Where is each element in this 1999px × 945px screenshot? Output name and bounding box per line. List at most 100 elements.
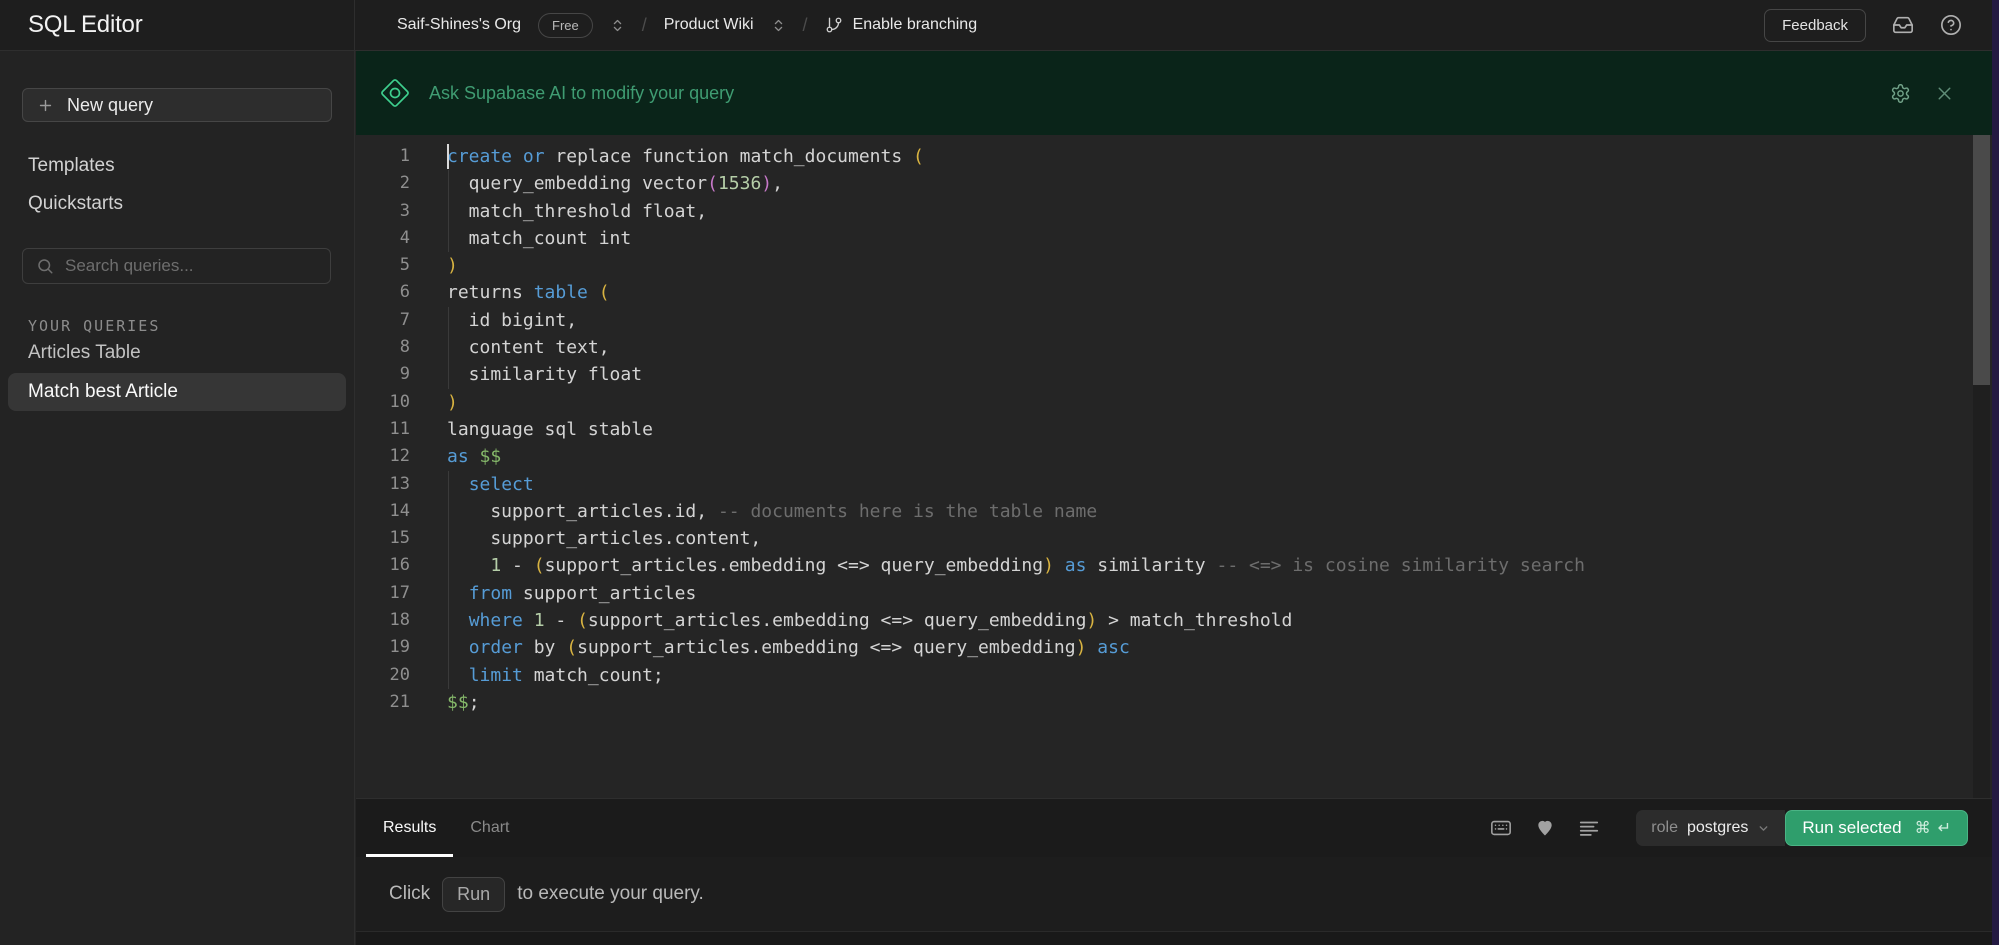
project-name[interactable]: Product Wiki xyxy=(664,16,754,34)
search-box xyxy=(22,248,331,284)
chevron-down-icon xyxy=(1757,822,1770,835)
indent-guide xyxy=(448,607,449,634)
line-number: 17 xyxy=(356,580,447,607)
line-number: 6 xyxy=(356,279,447,306)
supabase-ai-icon xyxy=(380,78,410,108)
indent-guide xyxy=(448,498,449,525)
sidebar-item-quickstarts[interactable]: Quickstarts xyxy=(28,193,123,215)
code-line: 21$$; xyxy=(356,689,1992,716)
editor-scrollbar-thumb[interactable] xyxy=(1973,135,1990,385)
text-cursor xyxy=(447,144,449,169)
code-line: 1create or replace function match_docume… xyxy=(356,143,1992,170)
header-actions: Feedback xyxy=(1764,9,1992,42)
line-number: 3 xyxy=(356,198,447,225)
indent-guide xyxy=(448,552,449,579)
indent-guide xyxy=(448,580,449,607)
query-list-item[interactable]: Match best Article xyxy=(8,373,346,411)
line-number: 13 xyxy=(356,471,447,498)
run-selected-label: Run selected xyxy=(1802,818,1901,838)
line-number: 1 xyxy=(356,143,447,170)
run-selected-button[interactable]: Run selected ⌘ ↵ xyxy=(1785,810,1968,846)
ai-assistant-banner[interactable]: Ask Supabase AI to modify your query xyxy=(356,51,1992,135)
command-key-icon: ⌘ xyxy=(1915,818,1931,838)
indent-guide xyxy=(448,198,449,225)
gear-icon[interactable] xyxy=(1890,83,1911,104)
line-number: 19 xyxy=(356,634,447,661)
header-left: SQL Editor xyxy=(0,0,355,50)
desktop-edge-strip xyxy=(1992,0,1999,945)
code-line: 9 similarity float xyxy=(356,361,1992,388)
align-left-icon[interactable] xyxy=(1578,817,1600,839)
indent-guide xyxy=(448,525,449,552)
run-kbd-hint: Run xyxy=(442,877,505,912)
code-line: 5) xyxy=(356,252,1992,279)
line-number: 15 xyxy=(356,525,447,552)
tab-chart[interactable]: Chart xyxy=(453,799,526,857)
header: SQL Editor Saif-Shines's Org Free / Prod… xyxy=(0,0,1992,51)
page-title: SQL Editor xyxy=(28,11,143,39)
chevrons-up-down-icon[interactable] xyxy=(771,18,786,33)
query-list: Articles TableMatch best Article xyxy=(8,334,346,411)
enable-branching-button[interactable]: Enable branching xyxy=(825,16,978,34)
indent-guide xyxy=(448,662,449,689)
new-query-button[interactable]: New query xyxy=(22,88,332,122)
feedback-button[interactable]: Feedback xyxy=(1764,9,1866,42)
line-number: 18 xyxy=(356,607,447,634)
git-branch-icon xyxy=(825,16,843,34)
heart-icon[interactable] xyxy=(1535,818,1555,838)
line-number: 5 xyxy=(356,252,447,279)
search-input[interactable] xyxy=(65,256,305,276)
line-number: 21 xyxy=(356,689,447,716)
indent-guide xyxy=(448,361,449,388)
line-number: 12 xyxy=(356,443,447,470)
results-empty-message: Click Run to execute your query. xyxy=(356,857,1992,931)
indent-guide xyxy=(448,471,449,498)
line-number: 2 xyxy=(356,170,447,197)
indent-guide xyxy=(448,634,449,661)
code-area: 1create or replace function match_docume… xyxy=(356,135,1992,716)
chevrons-up-down-icon[interactable] xyxy=(610,18,625,33)
code-line: 15 support_articles.content, xyxy=(356,525,1992,552)
help-circle-icon[interactable] xyxy=(1940,14,1962,36)
code-line: 10) xyxy=(356,389,1992,416)
code-line: 17 from support_articles xyxy=(356,580,1992,607)
run-shortcut: ⌘ ↵ xyxy=(1915,818,1951,838)
code-line: 11language sql stable xyxy=(356,416,1992,443)
code-line: 2 query_embedding vector(1536), xyxy=(356,170,1992,197)
new-query-label: New query xyxy=(67,95,153,116)
org-plan-badge: Free xyxy=(538,13,593,38)
role-selector[interactable]: role postgres xyxy=(1636,810,1785,846)
line-number: 4 xyxy=(356,225,447,252)
enter-key-icon: ↵ xyxy=(1938,818,1951,838)
indent-guide xyxy=(448,170,449,197)
code-line: 12as $$ xyxy=(356,443,1992,470)
main-panel: Ask Supabase AI to modify your query 1cr… xyxy=(356,51,1992,945)
code-line: 3 match_threshold float, xyxy=(356,198,1992,225)
query-list-item[interactable]: Articles Table xyxy=(8,334,346,372)
role-label: role xyxy=(1651,819,1678,837)
role-value: postgres xyxy=(1687,819,1748,837)
plus-icon xyxy=(37,97,54,114)
code-line: 8 content text, xyxy=(356,334,1992,361)
line-number: 9 xyxy=(356,361,447,388)
close-icon[interactable] xyxy=(1934,83,1955,104)
breadcrumb-separator: / xyxy=(803,15,808,36)
ai-banner-actions xyxy=(1890,83,1955,104)
indent-guide xyxy=(448,334,449,361)
tab-results[interactable]: Results xyxy=(366,799,453,857)
breadcrumb-separator: / xyxy=(642,15,647,36)
bottom-strip xyxy=(356,931,1992,945)
sql-code-editor[interactable]: 1create or replace function match_docume… xyxy=(356,135,1992,798)
toolbar-icons xyxy=(1490,817,1600,839)
sidebar-item-templates[interactable]: Templates xyxy=(28,155,115,177)
code-line: 6returns table ( xyxy=(356,279,1992,306)
line-number: 7 xyxy=(356,307,447,334)
org-name[interactable]: Saif-Shines's Org xyxy=(397,16,521,34)
ai-banner-prompt: Ask Supabase AI to modify your query xyxy=(429,83,734,104)
enable-branching-label: Enable branching xyxy=(853,16,978,34)
message-suffix: to execute your query. xyxy=(517,883,704,905)
keyboard-icon[interactable] xyxy=(1490,817,1512,839)
code-line: 19 order by (support_articles.embedding … xyxy=(356,634,1992,661)
inbox-icon[interactable] xyxy=(1892,14,1914,36)
line-number: 14 xyxy=(356,498,447,525)
